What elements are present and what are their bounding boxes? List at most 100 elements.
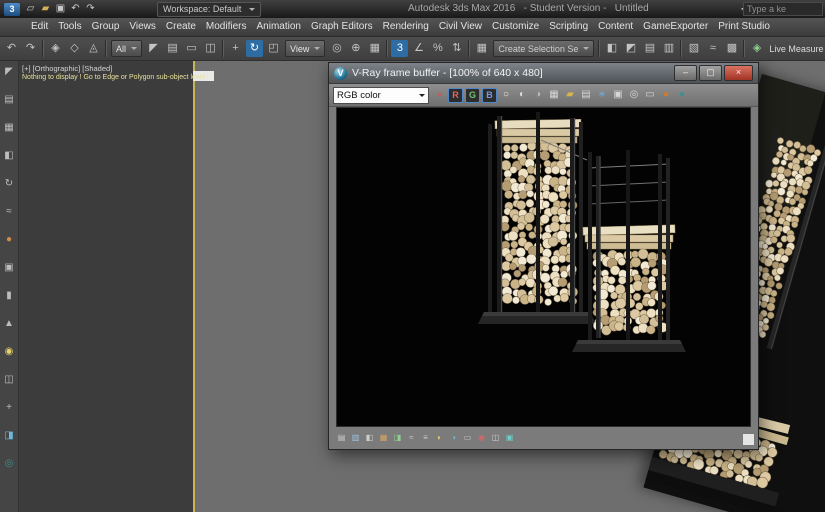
rotate-tool-icon[interactable]: ↻ bbox=[2, 177, 16, 191]
edit-named-selections-icon[interactable]: ▦ bbox=[473, 40, 490, 57]
channel-dropdown[interactable]: RGB color bbox=[333, 87, 429, 104]
save-file-icon[interactable]: ▣ bbox=[53, 2, 68, 16]
select-tool-icon[interactable]: ◤ bbox=[2, 65, 16, 79]
select-by-name-icon[interactable]: ▤ bbox=[164, 40, 181, 57]
layer-explorer-icon[interactable]: ▥ bbox=[660, 40, 677, 57]
undo-icon[interactable]: ↶ bbox=[3, 40, 20, 57]
print-image-icon[interactable]: ▤ bbox=[578, 87, 594, 103]
selection-filter-dropdown[interactable]: All bbox=[111, 40, 142, 57]
minimize-button[interactable]: – bbox=[674, 65, 697, 81]
use-center-icon[interactable]: ◎ bbox=[328, 40, 345, 57]
red-channel-button[interactable]: R bbox=[448, 88, 463, 103]
follow-mouse-icon[interactable]: ◎ bbox=[626, 87, 642, 103]
vray-settings-icon[interactable]: ● bbox=[674, 87, 690, 103]
resize-grip[interactable] bbox=[742, 433, 755, 446]
browse-images-icon[interactable]: ▰ bbox=[562, 87, 578, 103]
show-history-icon[interactable]: ▥ bbox=[350, 432, 361, 444]
alpha-channel-button[interactable]: ○ bbox=[498, 87, 514, 103]
levels-icon[interactable]: ≡ bbox=[420, 432, 431, 444]
new-file-icon[interactable]: ▱ bbox=[23, 2, 38, 16]
blue-channel-button[interactable]: B bbox=[482, 88, 497, 103]
cylinder-tool-icon[interactable]: ▮ bbox=[2, 289, 16, 303]
layers-tool-icon[interactable]: ▤ bbox=[2, 93, 16, 107]
test-resolution-icon[interactable]: ▣ bbox=[504, 432, 515, 444]
camera-tool-icon[interactable]: ◫ bbox=[2, 373, 16, 387]
clear-image-icon[interactable]: ∗ bbox=[594, 87, 610, 103]
save-all-channels-icon[interactable]: ▤ bbox=[336, 432, 347, 444]
keyword-search-input[interactable]: Type a ke bbox=[743, 2, 823, 16]
percent-snap-icon[interactable]: % bbox=[429, 40, 446, 57]
menu-item[interactable]: GameExporter bbox=[638, 18, 713, 36]
render-canvas[interactable] bbox=[336, 107, 751, 427]
select-object-icon[interactable]: ◤ bbox=[145, 40, 162, 57]
3dsmax-logo-icon[interactable]: 3 bbox=[4, 3, 20, 16]
light-tool-icon[interactable]: ◉ bbox=[2, 345, 16, 359]
menu-item[interactable]: Scripting bbox=[544, 18, 593, 36]
menu-item[interactable]: Edit bbox=[26, 18, 53, 36]
region-render-icon[interactable]: ▭ bbox=[642, 87, 658, 103]
force-color-clamping-icon[interactable]: ◕ bbox=[431, 87, 447, 103]
reference-coordinate-dropdown[interactable]: View bbox=[285, 40, 325, 57]
menu-item[interactable]: Modifiers bbox=[201, 18, 252, 36]
render-last-icon[interactable]: ● bbox=[658, 87, 674, 103]
menu-item[interactable]: Graph Editors bbox=[306, 18, 378, 36]
menu-item[interactable]: Print Studio bbox=[713, 18, 775, 36]
bind-to-spacewarp-icon[interactable]: ◬ bbox=[85, 40, 102, 57]
snap-toggle-3d[interactable]: 3 bbox=[391, 40, 408, 57]
color-correction-icon[interactable]: ◨ bbox=[392, 432, 403, 444]
cone-tool-icon[interactable]: ▲ bbox=[2, 317, 16, 331]
vray-frame-buffer-window[interactable]: V V-Ray frame buffer - [100% of 640 x 48… bbox=[328, 62, 759, 450]
window-crossing-icon[interactable]: ◫ bbox=[202, 40, 219, 57]
kbd-override-icon[interactable]: ▦ bbox=[366, 40, 383, 57]
menu-item[interactable]: Civil View bbox=[434, 18, 487, 36]
stereo-icon[interactable]: ◫ bbox=[490, 432, 501, 444]
menu-item[interactable]: Create bbox=[161, 18, 201, 36]
menu-item[interactable]: Views bbox=[124, 18, 161, 36]
menu-item[interactable]: Tools bbox=[53, 18, 86, 36]
menu-item[interactable]: Animation bbox=[251, 18, 305, 36]
select-move-icon[interactable]: + bbox=[227, 40, 244, 57]
invert-colors-icon[interactable]: ◑ bbox=[530, 87, 546, 103]
select-manipulate-icon[interactable]: ⊕ bbox=[347, 40, 364, 57]
rect-region-icon[interactable]: ▭ bbox=[183, 40, 200, 57]
angle-snap-icon[interactable]: ∠ bbox=[410, 40, 427, 57]
ab-compare-icon[interactable]: ◧ bbox=[364, 432, 375, 444]
named-selection-sets-dropdown[interactable]: Create Selection Se bbox=[493, 40, 594, 57]
spinner-snap-icon[interactable]: ⇅ bbox=[448, 40, 465, 57]
menu-item[interactable]: Rendering bbox=[378, 18, 434, 36]
select-scale-icon[interactable]: ◰ bbox=[265, 40, 282, 57]
redo-icon[interactable]: ↷ bbox=[22, 40, 39, 57]
mirror-icon[interactable]: ◧ bbox=[603, 40, 620, 57]
schematic-view-icon[interactable]: ▩ bbox=[723, 40, 740, 57]
monochrome-button[interactable]: ◐ bbox=[514, 87, 530, 103]
title-bar[interactable]: 3 ▱▰▣↶↷ Workspace: Default Autodesk 3ds … bbox=[0, 0, 825, 18]
mirror-tool-icon[interactable]: ◧ bbox=[2, 149, 16, 163]
curve-editor-icon[interactable]: ≈ bbox=[704, 40, 721, 57]
duplicate-buffer-icon[interactable]: ▣ bbox=[610, 87, 626, 103]
viewport-label[interactable]: [+] [Orthographic] [Shaded] bbox=[22, 64, 112, 73]
select-rotate-icon[interactable]: ↻ bbox=[246, 40, 263, 57]
select-and-link-icon[interactable]: ◈ bbox=[47, 40, 64, 57]
save-image-icon[interactable]: ▦ bbox=[546, 87, 562, 103]
exposure-icon[interactable]: ◐ bbox=[434, 432, 445, 444]
sphere-tool-icon[interactable]: ● bbox=[2, 233, 16, 247]
helper-tool-icon[interactable]: + bbox=[2, 401, 16, 415]
scene-explorer-icon[interactable]: ▤ bbox=[641, 40, 658, 57]
box-tool-icon[interactable]: ▣ bbox=[2, 261, 16, 275]
menu-item[interactable]: Customize bbox=[487, 18, 544, 36]
utility-tool-icon[interactable]: ◎ bbox=[2, 457, 16, 471]
align-icon[interactable]: ◩ bbox=[622, 40, 639, 57]
qat-redo-icon[interactable]: ↷ bbox=[83, 2, 98, 16]
menu-item[interactable]: Content bbox=[593, 18, 638, 36]
close-button[interactable]: × bbox=[724, 65, 753, 81]
paint-tool-icon[interactable]: ◨ bbox=[2, 429, 16, 443]
background-image-icon[interactable]: ▭ bbox=[462, 432, 473, 444]
live-measure-icon[interactable]: ◈ bbox=[748, 40, 765, 57]
qat-undo-icon[interactable]: ↶ bbox=[68, 2, 83, 16]
unlink-selection-icon[interactable]: ◇ bbox=[66, 40, 83, 57]
green-channel-button[interactable]: G bbox=[465, 88, 480, 103]
maximize-button[interactable]: ▢ bbox=[699, 65, 722, 81]
white-balance-icon[interactable]: ◑ bbox=[448, 432, 459, 444]
curves-icon[interactable]: ≈ bbox=[406, 432, 417, 444]
ribbon-toggle-icon[interactable]: ▧ bbox=[685, 40, 702, 57]
